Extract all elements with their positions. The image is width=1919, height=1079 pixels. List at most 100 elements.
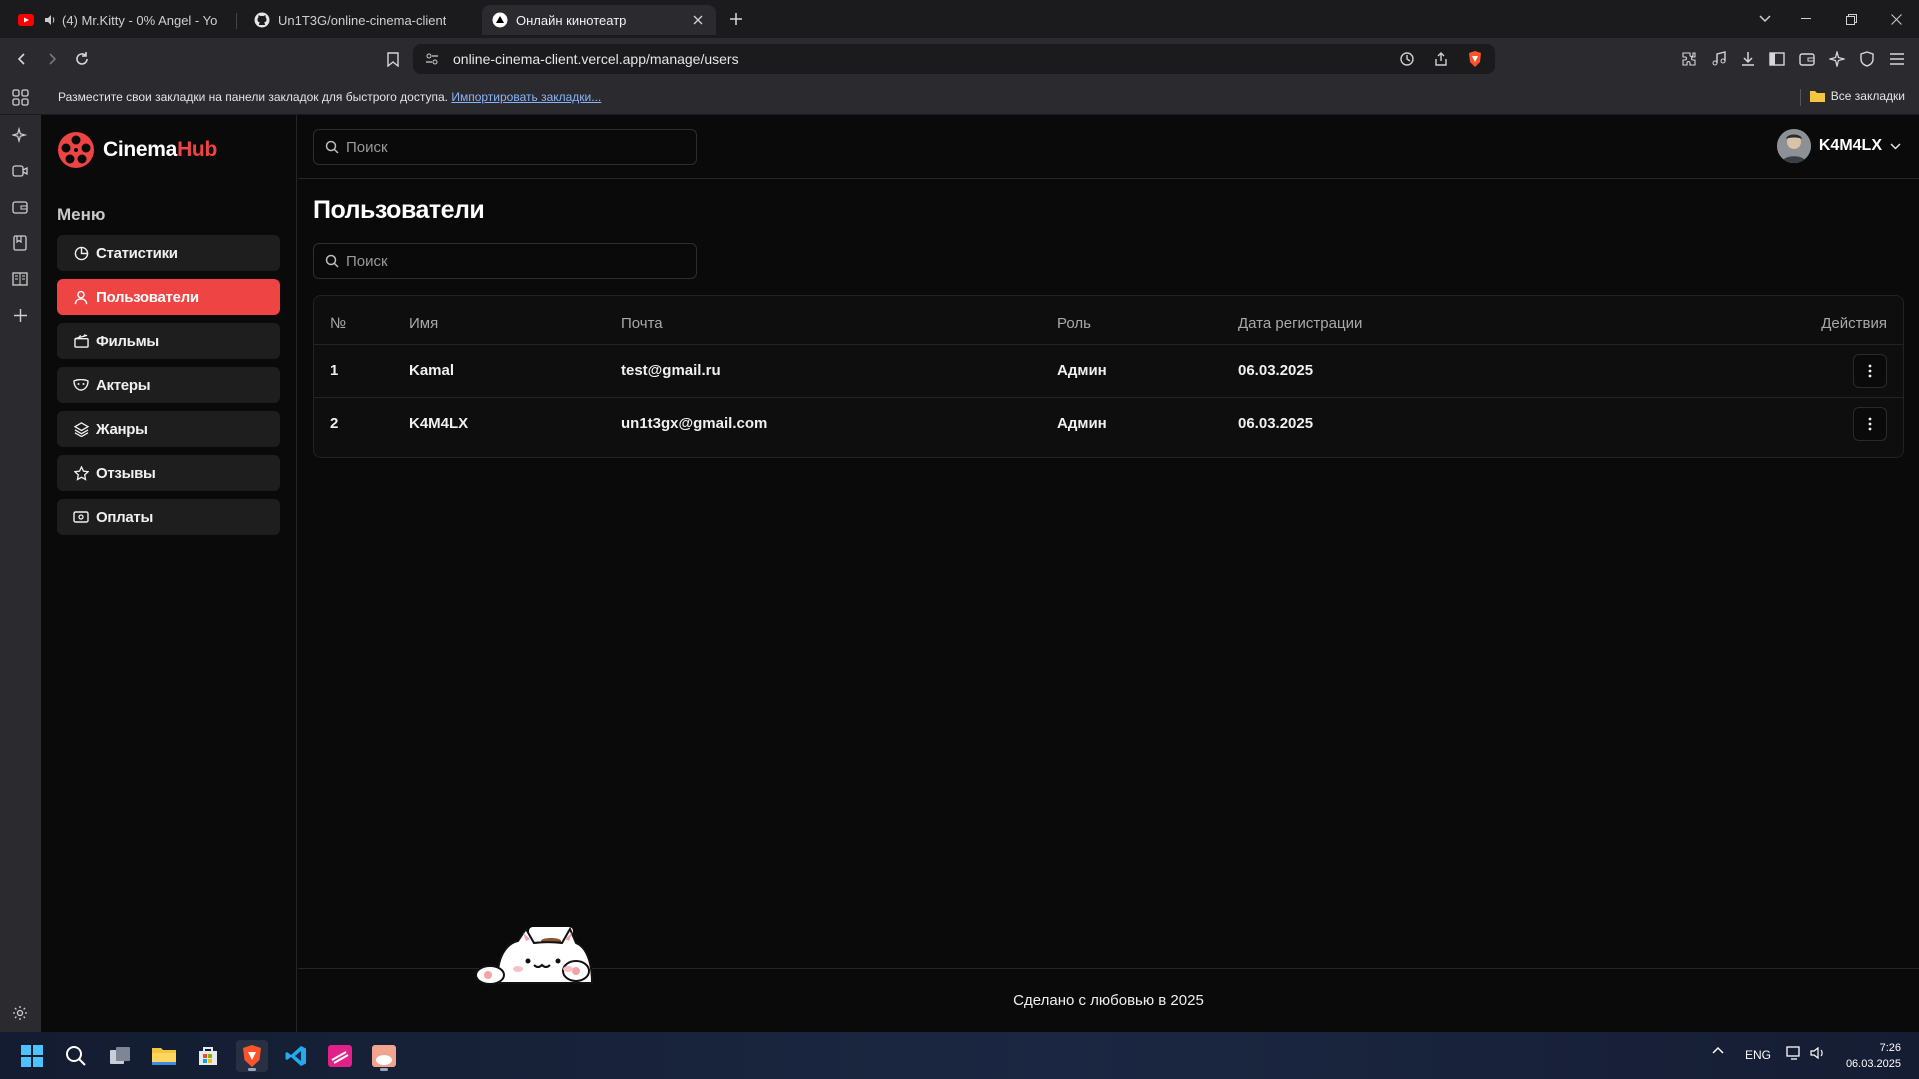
header-search-input[interactable] [346, 138, 676, 156]
tab-cinema[interactable]: Онлайн кинотеатр [482, 5, 716, 35]
table-header-row: № Имя Почта Роль Дата регистрации Действ… [314, 296, 1903, 345]
table-search-input[interactable] [346, 252, 676, 270]
row-actions-button[interactable] [1853, 406, 1887, 441]
column-header-registration-date: Дата регистрации [1238, 296, 1640, 345]
logo-hub: Hub [177, 138, 217, 161]
menu-hamburger-icon[interactable] [1885, 47, 1909, 71]
tab-search-chevron-down-icon[interactable] [1744, 0, 1786, 38]
sidebar-item-label: Отзывы [96, 464, 156, 482]
user-menu[interactable]: K4M4LX [1776, 129, 1901, 163]
github-icon [254, 12, 270, 28]
task-view-icon[interactable] [104, 1040, 136, 1072]
page-title: Пользователи [313, 196, 485, 224]
sidebar-item-reviews[interactable]: Отзывы [57, 455, 280, 491]
all-bookmarks-button[interactable]: Все закладки [1809, 89, 1905, 103]
close-icon[interactable] [690, 12, 706, 28]
add-panel-plus-icon[interactable] [9, 304, 31, 326]
column-header-name: Имя [409, 296, 621, 345]
apps-grid-icon[interactable] [12, 89, 29, 106]
url-text: online-cinema-client.vercel.app/manage/u… [453, 51, 739, 67]
star-icon [73, 465, 89, 481]
forward-arrow-icon[interactable] [40, 47, 64, 71]
column-header-number: № [314, 296, 409, 345]
table-search[interactable] [313, 243, 697, 279]
clock-time: 7:26 [1879, 1042, 1901, 1054]
download-icon[interactable] [1736, 47, 1760, 71]
browser-sidebar-rail [0, 115, 41, 1032]
tab-divider [236, 13, 237, 29]
bookmarks-bar: Разместите свои закладки на панели закла… [0, 80, 1919, 115]
browser-tab-strip: (4) Mr.Kitty - 0% Angel - YouTub Un1T3G/… [0, 0, 1919, 38]
cinemahub-logo[interactable]: CinemaHub [57, 131, 217, 169]
cell-actions [1639, 344, 1903, 398]
all-bookmarks-label: Все закладки [1830, 89, 1905, 103]
bongo-cat-app-icon[interactable] [368, 1040, 400, 1072]
sidebar-item-films[interactable]: Фильмы [57, 323, 280, 359]
header-search[interactable] [313, 129, 697, 165]
bookmarks-rail-icon[interactable] [9, 232, 31, 254]
brave-talk-icon[interactable] [9, 160, 31, 182]
sidebar-item-payments[interactable]: Оплаты [57, 499, 280, 535]
table-row: 2 K4M4LX un1t3gx@gmail.com Админ 06.03.2… [314, 397, 1903, 450]
sidebar-item-statistics[interactable]: Статистики [57, 235, 280, 271]
sidebar-toggle-icon[interactable] [1765, 47, 1789, 71]
window-close-button[interactable] [1875, 0, 1917, 38]
minimize-button[interactable] [1785, 0, 1827, 38]
input-language[interactable]: ENG [1745, 1048, 1771, 1062]
windows-start-icon[interactable] [16, 1040, 48, 1072]
more-vertical-icon [1868, 417, 1872, 431]
users-table: № Имя Почта Роль Дата регистрации Действ… [314, 296, 1903, 450]
youtube-icon [18, 12, 34, 28]
brave-browser-icon[interactable] [236, 1040, 268, 1072]
site-settings-icon[interactable] [425, 52, 439, 66]
tab-youtube[interactable]: (4) Mr.Kitty - 0% Angel - YouTub [8, 5, 228, 35]
import-bookmarks-link[interactable]: Импортировать закладки... [451, 90, 601, 104]
bookmark-icon[interactable] [381, 47, 405, 71]
back-arrow-icon[interactable] [10, 47, 34, 71]
row-actions-button[interactable] [1853, 353, 1887, 388]
forza-app-icon[interactable] [324, 1040, 356, 1072]
brave-shield-icon[interactable] [1467, 50, 1483, 68]
wallet-rail-icon[interactable] [9, 196, 31, 218]
volume-icon[interactable] [1810, 1046, 1826, 1060]
bookmarks-hint-text: Разместите свои закладки на панели закла… [58, 90, 448, 104]
extensions-icon[interactable] [1677, 47, 1701, 71]
search-icon [324, 139, 340, 155]
sidebar-item-label: Фильмы [96, 332, 159, 350]
address-bar[interactable]: online-cinema-client.vercel.app/manage/u… [413, 44, 1495, 74]
folder-icon [1809, 90, 1825, 102]
cell-actions [1639, 397, 1903, 450]
microsoft-store-icon[interactable] [192, 1040, 224, 1072]
network-icon[interactable] [1786, 1046, 1802, 1060]
restore-button[interactable] [1830, 0, 1872, 38]
logo-text: CinemaHub [103, 138, 217, 162]
wallet-icon[interactable] [1795, 47, 1819, 71]
clapperboard-icon [73, 333, 89, 349]
taskbar-clock[interactable]: 7:26 06.03.2025 [1846, 1040, 1901, 1072]
sidebar-item-genres[interactable]: Жанры [57, 411, 280, 447]
menu-title: Меню [57, 205, 106, 224]
sidebar-item-actors[interactable]: Актеры [57, 367, 280, 403]
media-playlist-icon[interactable] [1707, 47, 1731, 71]
bongo-cat-image [468, 925, 600, 985]
speaker-icon[interactable] [42, 12, 58, 28]
leo-sparkle-icon[interactable] [9, 124, 31, 146]
share-icon[interactable] [1433, 51, 1449, 67]
tray-overflow-chevron-icon[interactable] [1712, 1046, 1724, 1054]
reading-list-icon[interactable] [9, 268, 31, 290]
leo-ai-icon[interactable] [1825, 47, 1849, 71]
browser-toolbar: online-cinema-client.vercel.app/manage/u… [0, 38, 1919, 80]
vpn-shield-icon[interactable] [1855, 47, 1879, 71]
reload-icon[interactable] [70, 47, 94, 71]
history-icon[interactable] [1399, 51, 1415, 67]
cell-email: test@gmail.ru [621, 344, 1057, 398]
taskbar-search-icon[interactable] [60, 1040, 92, 1072]
file-explorer-icon[interactable] [148, 1040, 180, 1072]
tab-github[interactable]: Un1T3G/online-cinema-client [244, 5, 474, 35]
settings-gear-icon[interactable] [9, 1002, 31, 1024]
tab-title: (4) Mr.Kitty - 0% Angel - YouTub [62, 12, 218, 28]
vscode-icon[interactable] [280, 1040, 312, 1072]
new-tab-button[interactable] [716, 0, 756, 38]
sidebar-item-users[interactable]: Пользователи [57, 279, 280, 315]
sidebar-item-label: Актеры [96, 376, 151, 394]
